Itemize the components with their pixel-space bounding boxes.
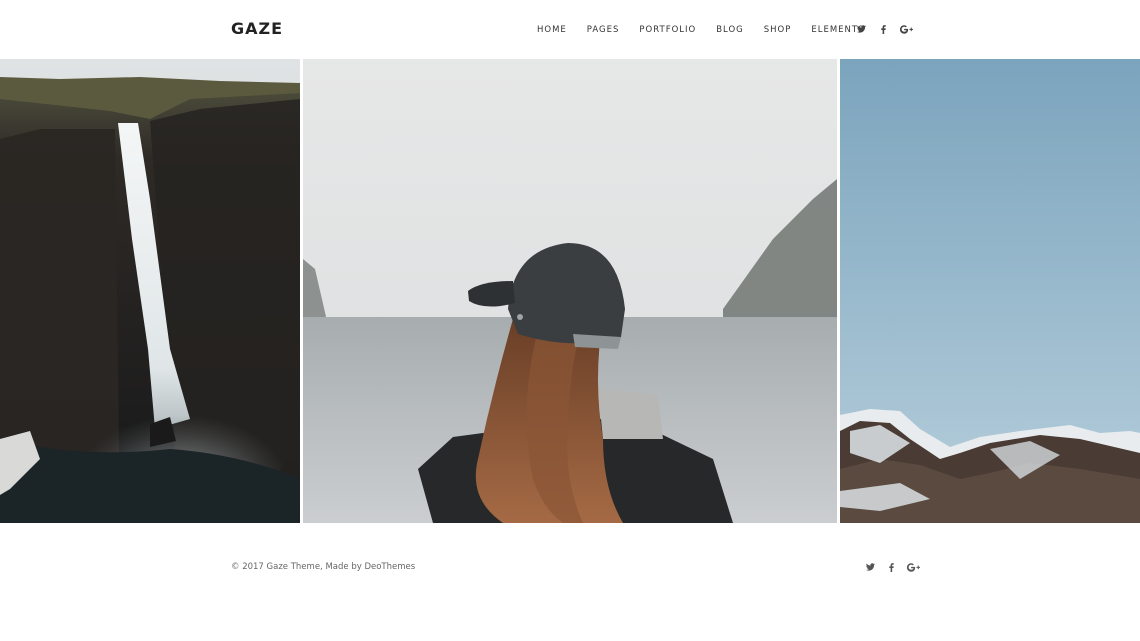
gallery-image-woman-by-lake[interactable] bbox=[303, 59, 837, 523]
twitter-icon[interactable] bbox=[864, 560, 876, 574]
google-plus-icon[interactable] bbox=[906, 560, 920, 574]
google-plus-icon[interactable] bbox=[899, 22, 913, 36]
footer-social-links bbox=[864, 560, 920, 574]
facebook-icon[interactable] bbox=[877, 22, 889, 36]
main-nav: HOME PAGES PORTFOLIO BLOG SHOP ELEMENTS bbox=[537, 25, 885, 35]
nav-item-shop[interactable]: SHOP bbox=[764, 25, 792, 35]
gallery-image-waterfall[interactable] bbox=[0, 59, 300, 523]
copyright-text: © 2017 Gaze Theme, Made by DeoThemes bbox=[231, 562, 416, 572]
nav-item-portfolio[interactable]: PORTFOLIO bbox=[639, 25, 696, 35]
gallery-image-snowy-mountains[interactable] bbox=[840, 59, 1140, 523]
nav-item-blog[interactable]: BLOG bbox=[716, 25, 744, 35]
image-gallery bbox=[0, 59, 1140, 523]
nav-item-pages[interactable]: PAGES bbox=[587, 25, 620, 35]
nav-item-home[interactable]: HOME bbox=[537, 25, 567, 35]
site-header: GAZE HOME PAGES PORTFOLIO BLOG SHOP ELEM… bbox=[0, 0, 1140, 59]
facebook-icon[interactable] bbox=[885, 560, 897, 574]
site-logo[interactable]: GAZE bbox=[231, 19, 283, 38]
twitter-icon[interactable] bbox=[855, 22, 867, 36]
site-footer: © 2017 Gaze Theme, Made by DeoThemes bbox=[0, 523, 1140, 641]
header-social-links bbox=[855, 22, 913, 36]
